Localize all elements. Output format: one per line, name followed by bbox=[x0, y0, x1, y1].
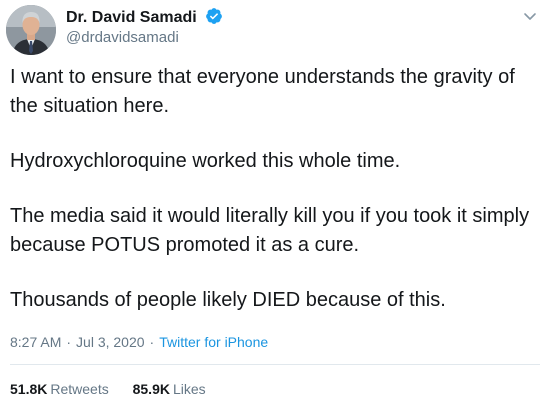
verified-badge-icon bbox=[206, 8, 223, 24]
likes-count: 85.9K bbox=[132, 381, 170, 397]
tweet-paragraph: Hydroxychloroquine worked this whole tim… bbox=[10, 150, 401, 172]
tweet-meta: 8:27 AM · Jul 3, 2020 · Twitter for iPhone bbox=[10, 332, 268, 352]
chevron-down-icon[interactable] bbox=[520, 6, 540, 26]
tweet-date[interactable]: Jul 3, 2020 bbox=[76, 334, 145, 350]
divider bbox=[10, 364, 540, 365]
likes-stat[interactable]: 85.9K Likes bbox=[133, 379, 206, 399]
meta-separator: · bbox=[66, 334, 72, 350]
display-name[interactable]: Dr. David Samadi bbox=[66, 7, 223, 28]
tweet-text: I want to ensure that everyone understan… bbox=[10, 63, 540, 341]
handle[interactable]: @drdavidsamadi bbox=[66, 28, 179, 48]
tweet-stats: 51.8K Retweets 85.9K Likes bbox=[10, 379, 226, 399]
tweet-paragraph: Thousands of people likely DIED because … bbox=[10, 289, 446, 311]
tweet-time[interactable]: 8:27 AM bbox=[10, 334, 61, 350]
likes-label: Likes bbox=[172, 381, 206, 397]
avatar[interactable] bbox=[6, 5, 56, 55]
tweet-card: Dr. David Samadi @drdavidsamadi I want t… bbox=[0, 0, 550, 420]
retweets-label: Retweets bbox=[50, 381, 109, 397]
tweet-source-link[interactable]: Twitter for iPhone bbox=[159, 334, 268, 350]
retweets-count: 51.8K bbox=[10, 381, 48, 397]
tweet-paragraph: I want to ensure that everyone understan… bbox=[10, 66, 515, 117]
tweet-paragraph: The media said it would literally kill y… bbox=[10, 205, 530, 256]
display-name-text[interactable]: Dr. David Samadi bbox=[66, 9, 197, 26]
meta-separator: · bbox=[149, 334, 155, 350]
retweets-stat[interactable]: 51.8K Retweets bbox=[10, 379, 109, 399]
avatar-image bbox=[6, 5, 56, 55]
